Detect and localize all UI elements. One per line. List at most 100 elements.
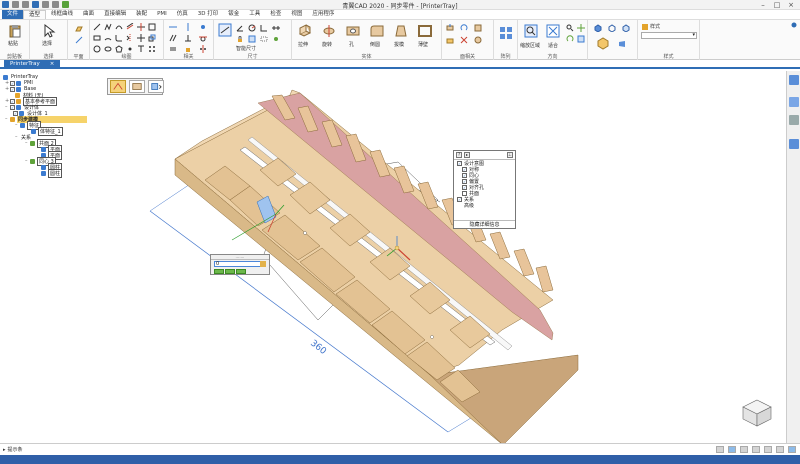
text-icon[interactable] [137, 45, 145, 53]
menu-tab-assembly[interactable]: 装配 [131, 10, 152, 19]
polygon-icon[interactable] [115, 45, 123, 53]
offset-icon[interactable] [126, 23, 134, 31]
hidden-line-cube-icon[interactable] [622, 24, 630, 32]
point-icon[interactable] [126, 45, 134, 53]
extend-icon[interactable] [148, 23, 156, 31]
checkbox[interactable]: ✓ [462, 184, 467, 190]
smart-dimension-icon[interactable] [218, 23, 232, 37]
prompt-area[interactable]: ▸ 提示条 [3, 446, 23, 454]
zoom-icon[interactable] [566, 24, 574, 32]
polyline-icon[interactable] [104, 23, 112, 31]
menu-tab-modeling[interactable]: 造型 [23, 10, 47, 19]
ordinate-dimension-icon[interactable] [260, 24, 268, 32]
vertical-constraint-icon[interactable] [184, 23, 192, 31]
zoom-area-icon[interactable] [524, 24, 538, 38]
menu-tab-apps[interactable]: 应用程序 [307, 10, 339, 19]
help-icon[interactable] [791, 22, 797, 28]
circle-icon[interactable] [93, 45, 101, 53]
dimension-value[interactable]: 360 [308, 338, 328, 357]
fit-view-icon[interactable] [546, 24, 560, 38]
select-arrow-icon[interactable] [42, 24, 56, 38]
delete-face-icon[interactable] [460, 36, 468, 44]
arrow-both-icon[interactable] [225, 269, 235, 274]
fillet-sketch-icon[interactable] [115, 34, 123, 42]
checkbox[interactable]: ✓ [462, 166, 467, 172]
display-icon[interactable] [764, 446, 772, 453]
mirror-icon[interactable] [126, 34, 134, 42]
menu-tab-inspect[interactable]: 检查 [265, 10, 286, 19]
menu-tab-wireframe[interactable]: 线框曲线 [46, 10, 78, 19]
style-select[interactable]: ▾ [641, 32, 697, 39]
layers-icon[interactable] [789, 97, 799, 107]
help-icon[interactable]: ? [456, 152, 462, 158]
zoom-fit-icon[interactable] [776, 446, 784, 453]
orient-icon[interactable] [788, 446, 796, 453]
offset-face-icon[interactable] [474, 24, 482, 32]
arrow-left-icon[interactable] [214, 269, 224, 274]
lock-icon[interactable] [260, 261, 266, 267]
menu-tab-pmi[interactable]: PMI [152, 10, 172, 19]
menu-tab-surface[interactable]: 曲面 [78, 10, 99, 19]
replace-face-icon[interactable] [446, 36, 454, 44]
draft-icon[interactable] [394, 24, 408, 38]
view-cube[interactable] [741, 398, 773, 428]
shaded-cube-icon[interactable] [594, 24, 602, 32]
perpendicular-icon[interactable] [184, 34, 192, 42]
view-icon[interactable] [716, 446, 724, 453]
close-icon[interactable]: × [784, 0, 798, 9]
attach-dimension-icon[interactable] [272, 35, 280, 43]
maximize-icon[interactable]: □ [770, 0, 784, 9]
checkbox[interactable]: ✓ [462, 172, 467, 178]
thin-wall-icon[interactable] [418, 24, 432, 38]
menu-tab-3d-print[interactable]: 3D 打印 [193, 10, 223, 19]
round-icon[interactable] [370, 24, 384, 38]
move-icon[interactable] [137, 34, 145, 42]
pin-icon[interactable]: ⊥ [507, 152, 513, 158]
trim-icon[interactable] [137, 23, 145, 31]
extrude-icon[interactable] [298, 24, 312, 38]
menu-tab-file[interactable]: 文件 [2, 10, 24, 19]
parallel-icon[interactable] [169, 34, 177, 42]
reference-dimension-icon[interactable] [260, 35, 268, 43]
visibility-checkbox[interactable]: ✓ [10, 80, 15, 86]
pattern-sketch-icon[interactable] [148, 45, 156, 53]
line-icon[interactable] [93, 23, 101, 31]
menu-tab-view[interactable]: 视图 [286, 10, 307, 19]
move-handle-button[interactable] [110, 80, 126, 93]
options-button[interactable] [148, 80, 164, 93]
library-icon[interactable] [789, 75, 799, 85]
tab-close-icon[interactable]: × [50, 60, 55, 69]
rotate-face-icon[interactable] [460, 24, 468, 32]
paste-icon[interactable] [8, 24, 22, 38]
arrow-right-icon[interactable] [236, 269, 246, 274]
hole-icon[interactable] [346, 24, 360, 38]
perspective-icon[interactable] [618, 40, 626, 48]
visibility-checkbox[interactable]: ✓ [10, 86, 15, 92]
document-tab[interactable]: PrinterTray × [4, 60, 61, 69]
checkbox[interactable]: ✓ [457, 196, 462, 202]
angle-dimension-icon[interactable] [236, 24, 244, 32]
3d-viewport[interactable]: 360 [0, 71, 786, 443]
properties-icon[interactable] [789, 115, 799, 125]
fix-icon[interactable] [184, 45, 192, 53]
checkbox[interactable]: ✓ [462, 178, 467, 184]
move-face-icon[interactable] [446, 24, 454, 32]
hide-details-button[interactable]: 隐藏详细信息 [454, 220, 515, 228]
arc-icon[interactable] [104, 34, 112, 42]
menu-tab-sheetmetal[interactable]: 钣金 [223, 10, 244, 19]
snap-icon[interactable] [728, 446, 736, 453]
radial-dimension-icon[interactable] [248, 24, 256, 32]
resize-face-icon[interactable] [474, 36, 482, 44]
symmetric-icon[interactable] [199, 45, 207, 53]
tangent-icon[interactable] [199, 34, 207, 42]
wireframe-cube-icon[interactable] [608, 24, 616, 32]
visibility-checkbox[interactable]: ✓ [10, 104, 15, 110]
pattern-icon[interactable] [499, 26, 513, 40]
menu-tab-tools[interactable]: 工具 [244, 10, 265, 19]
spline-icon[interactable] [115, 23, 123, 31]
plane-icon[interactable] [75, 25, 83, 33]
coincident-icon[interactable] [199, 23, 207, 31]
shading-icon[interactable] [752, 446, 760, 453]
rectangle-icon[interactable] [93, 34, 101, 42]
dimension-style-icon[interactable] [248, 35, 256, 43]
